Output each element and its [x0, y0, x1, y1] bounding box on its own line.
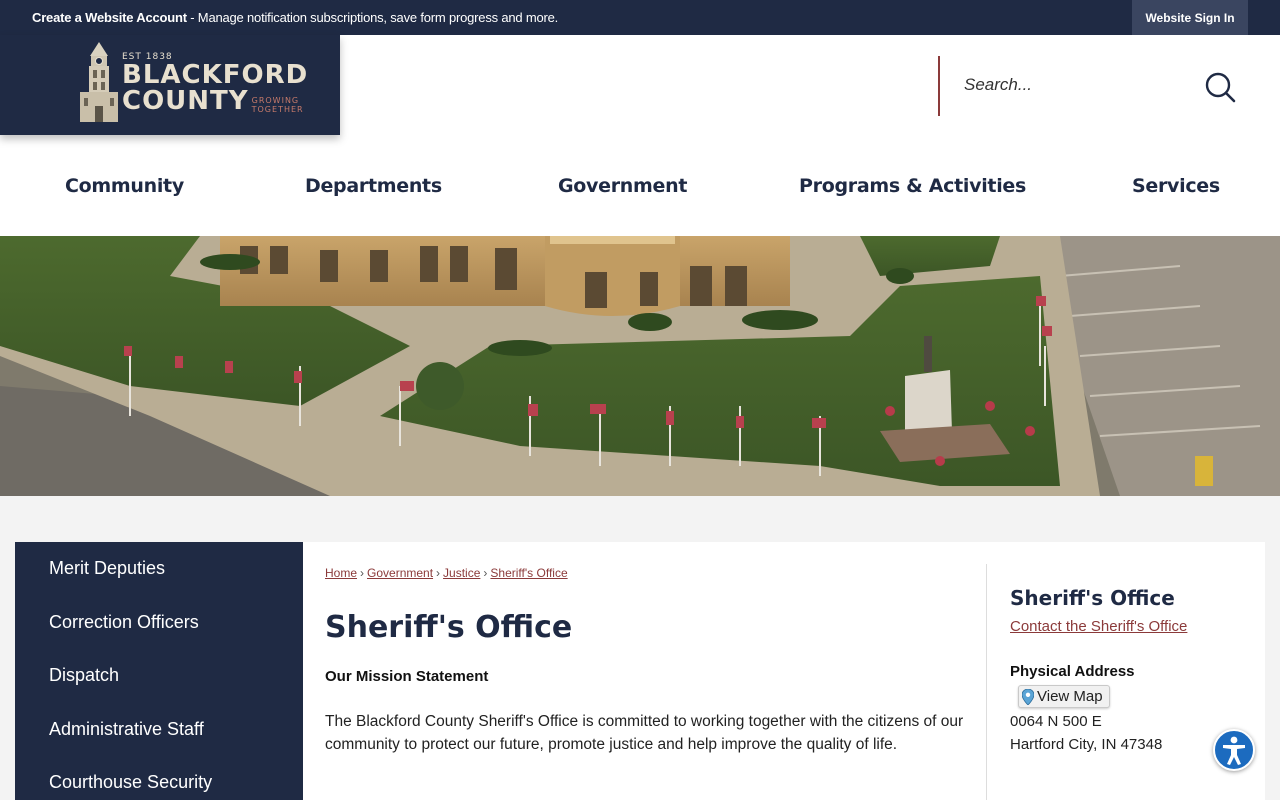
accessibility-button[interactable]: [1213, 729, 1255, 771]
search-icon[interactable]: [1204, 71, 1236, 103]
sidebar-item-dispatch[interactable]: Dispatch: [49, 665, 119, 686]
sidebar-item-administrative-staff[interactable]: Administrative Staff: [49, 719, 204, 740]
view-map-button[interactable]: View Map: [1018, 685, 1110, 708]
county-logo: EST 1838 BLACKFORD COUNTY GROWING TOGETH…: [78, 40, 307, 128]
logo-line-2: COUNTY: [122, 86, 249, 116]
breadcrumb-government[interactable]: Government: [367, 566, 433, 580]
breadcrumb-separator: ›: [483, 566, 488, 580]
search-input[interactable]: [964, 75, 1184, 95]
sidebar-item-courthouse-security[interactable]: Courthouse Security: [49, 772, 212, 793]
contact-card: Sheriff's Office Contact the Sheriff's O…: [1010, 586, 1250, 756]
map-pin-icon: [1022, 688, 1034, 705]
breadcrumb-sheriffs-office[interactable]: Sheriff's Office: [490, 566, 567, 580]
website-sign-in-button[interactable]: Website Sign In: [1132, 0, 1248, 35]
breadcrumb-separator: ›: [360, 566, 365, 580]
accessibility-icon: [1223, 736, 1245, 765]
mission-statement: The Blackford County Sheriff's Office is…: [325, 713, 964, 753]
logo-tagline-1: GROWING: [251, 96, 300, 105]
view-map-label: View Map: [1037, 688, 1103, 705]
address-line-1: 0064 N 500 E: [1010, 712, 1102, 730]
logo-line-1: BLACKFORD: [122, 60, 309, 90]
hero-banner-image: [0, 236, 1280, 496]
site-header: EST 1838 BLACKFORD COUNTY GROWING TOGETH…: [0, 35, 1280, 236]
sidebar-item-correction-officers[interactable]: Correction Officers: [49, 612, 199, 633]
breadcrumb-home[interactable]: Home: [325, 566, 357, 580]
logo-tagline: GROWING TOGETHER: [252, 96, 304, 114]
clock-tower-icon: [80, 42, 118, 122]
nav-programs-activities[interactable]: Programs & Activities: [799, 175, 1026, 197]
breadcrumb: Home › Government › Justice › Sheriff's Office: [325, 566, 568, 580]
breadcrumb-separator: ›: [436, 566, 441, 580]
create-account-description: - Manage notification subscriptions, sav…: [186, 10, 559, 25]
breadcrumb-justice[interactable]: Justice: [443, 566, 480, 580]
physical-address-label: Physical Address: [1010, 663, 1135, 680]
top-notification-bar: Create a Website Account - Manage notifi…: [0, 0, 1280, 35]
content-divider: [986, 564, 987, 800]
create-account-message: Create a Website Account - Manage notifi…: [32, 10, 558, 25]
nav-government[interactable]: Government: [558, 175, 687, 197]
logo-link[interactable]: EST 1838 BLACKFORD COUNTY GROWING TOGETH…: [0, 35, 340, 135]
section-sidebar: Merit Deputies Correction Officers Dispa…: [15, 542, 303, 800]
create-account-link[interactable]: Create a Website Account: [32, 10, 187, 25]
search-bar: [938, 56, 1248, 116]
contact-title: Sheriff's Office: [1010, 586, 1175, 610]
page-title: Sheriff's Office: [325, 610, 573, 645]
nav-services[interactable]: Services: [1132, 175, 1220, 197]
contact-sheriff-link[interactable]: Contact the Sheriff's Office: [1010, 618, 1250, 635]
nav-community[interactable]: Community: [65, 175, 184, 197]
courthouse-aerial-illustration: [0, 236, 1280, 496]
sidebar-item-merit-deputies[interactable]: Merit Deputies: [49, 558, 165, 579]
mission-heading: Our Mission Statement: [325, 668, 489, 685]
main-navigation: Community Departments Government Program…: [0, 165, 1280, 209]
main-content: Home › Government › Justice › Sheriff's Office…: [303, 542, 1265, 800]
nav-departments[interactable]: Departments: [305, 175, 442, 197]
logo-wordmark: EST 1838 BLACKFORD COUNTY GROWING TOGETH…: [122, 52, 308, 114]
logo-tagline-2: TOGETHER: [251, 105, 304, 114]
